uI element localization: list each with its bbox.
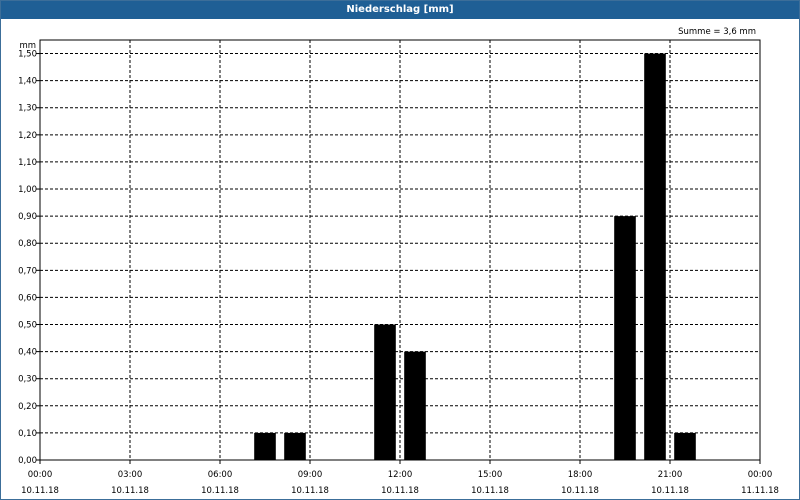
x-tick-date-label: 10.11.18: [651, 486, 689, 496]
y-tick-label: 1,30: [18, 104, 37, 114]
y-tick-label: 1,00: [18, 185, 37, 195]
x-tick-date-label: 10.11.18: [291, 486, 329, 496]
bar: [374, 324, 396, 460]
x-tick-time-label: 03:00: [118, 470, 143, 480]
y-tick-label: 0,00: [18, 456, 37, 466]
bar: [284, 432, 306, 460]
y-tick-label: 0,90: [18, 212, 37, 222]
x-tick-date-label: 10.11.18: [561, 486, 599, 496]
x-tick-time-label: 21:00: [658, 470, 683, 480]
x-tick-time-label: 00:00: [748, 470, 773, 480]
bar: [674, 432, 696, 460]
y-tick-label: 0,80: [18, 239, 37, 249]
y-tick-label: 0,50: [18, 321, 37, 331]
x-tick-date-label: 10.11.18: [381, 486, 419, 496]
x-tick-date-label: 10.11.18: [111, 486, 149, 496]
bar: [614, 216, 636, 460]
y-tick-label: 1,10: [18, 158, 37, 168]
y-tick-label: 1,20: [18, 131, 37, 141]
x-tick-time-label: 12:00: [388, 470, 413, 480]
y-tick-label: 1,40: [18, 77, 37, 87]
sum-label: Summe = 3,6 mm: [678, 27, 756, 37]
x-tick-time-label: 15:00: [478, 470, 503, 480]
bar: [254, 432, 276, 460]
y-tick-label: 0,10: [18, 429, 37, 439]
y-axis-label: mm: [19, 41, 36, 51]
bar: [404, 351, 426, 460]
x-tick-time-label: 18:00: [568, 470, 593, 480]
chart: 0,00 0,10 0,20 0,30 0,40 0,50 0,60 0,70 0,80 0,90…: [18, 27, 779, 496]
bars: [254, 53, 696, 460]
x-tick-time-label: 00:00: [28, 470, 53, 480]
x-tick-date-label: 11.11.18: [741, 486, 779, 496]
y-tick-label: 1,50: [18, 50, 37, 60]
y-tick-label: 0,40: [18, 348, 37, 358]
x-tick-date-label: 10.11.18: [471, 486, 509, 496]
x-tick-time-label: 06:00: [208, 470, 233, 480]
y-tick-label: 0,70: [18, 266, 37, 276]
x-tick-date-label: 10.11.18: [21, 486, 59, 496]
x-tick-date-label: 10.11.18: [201, 486, 239, 496]
y-tick-label: 0,30: [18, 375, 37, 385]
bar: [644, 53, 666, 460]
y-tick-label: 0,60: [18, 293, 37, 303]
x-tick-time-label: 09:00: [298, 470, 323, 480]
y-tick-label: 0,20: [18, 402, 37, 412]
